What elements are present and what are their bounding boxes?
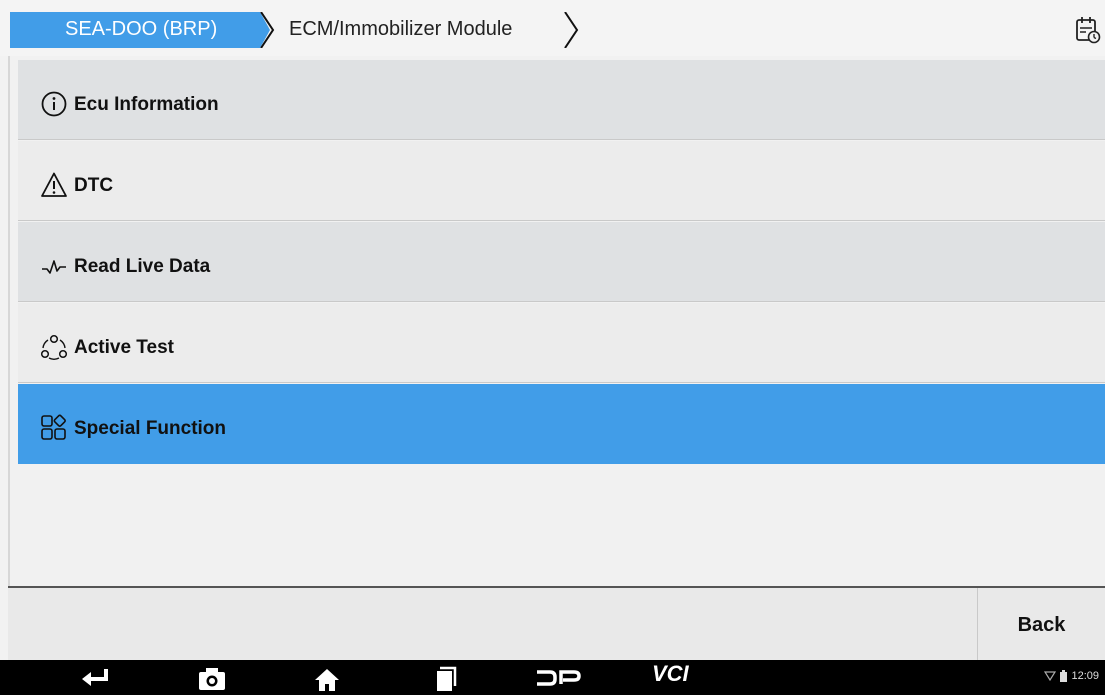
dp-logo-icon[interactable] — [534, 664, 582, 692]
home-icon[interactable] — [312, 664, 342, 692]
system-navigation-bar: VCI 12:09 — [0, 660, 1105, 695]
breadcrumb-item-module[interactable]: ECM/Immobilizer Module — [255, 12, 600, 48]
back-button-label: Back — [1017, 614, 1066, 636]
menu-item-label: Ecu Information — [74, 94, 219, 115]
breadcrumb-label: SEA-DOO (BRP) — [65, 18, 218, 40]
warning-icon — [41, 172, 67, 197]
function-menu: Ecu Information DTC Read Live Data Activ… — [8, 56, 1105, 586]
bottom-action-bar: Back — [8, 586, 1105, 660]
menu-item-label: DTC — [74, 175, 114, 196]
waveform-icon — [42, 260, 66, 274]
menu-item-dtc[interactable]: DTC — [18, 141, 1105, 221]
menu-item-label: Special Function — [74, 418, 227, 439]
breadcrumb-label: ECM/Immobilizer Module — [289, 18, 513, 40]
info-icon — [41, 91, 67, 117]
vci-icon[interactable]: VCI — [652, 661, 689, 691]
menu-item-active-test[interactable]: Active Test — [18, 303, 1105, 383]
back-button[interactable]: Back — [977, 588, 1105, 660]
status-area: 12:09 — [1044, 670, 1099, 683]
top-bar: SEA-DOO (BRP) ECM/Immobilizer Module — [0, 0, 1105, 56]
menu-item-ecu-information[interactable]: Ecu Information — [18, 60, 1105, 140]
camera-icon[interactable] — [196, 664, 228, 692]
menu-item-read-live-data[interactable]: Read Live Data — [18, 222, 1105, 302]
clock: 12:09 — [1071, 670, 1099, 682]
diagnostic-report-icon[interactable] — [1075, 15, 1101, 45]
back-icon[interactable] — [78, 664, 114, 692]
menu-item-special-function[interactable]: Special Function — [18, 384, 1105, 464]
menu-item-label: Read Live Data — [74, 256, 211, 277]
active-test-icon — [40, 334, 68, 360]
app-window: SEA-DOO (BRP) ECM/Immobilizer Module Ecu… — [0, 0, 1105, 695]
menu-item-label: Active Test — [74, 337, 174, 358]
grid-apps-icon — [41, 414, 66, 440]
wifi-icon — [1044, 671, 1057, 682]
battery-icon — [1060, 670, 1068, 683]
recent-apps-icon[interactable] — [430, 664, 460, 692]
